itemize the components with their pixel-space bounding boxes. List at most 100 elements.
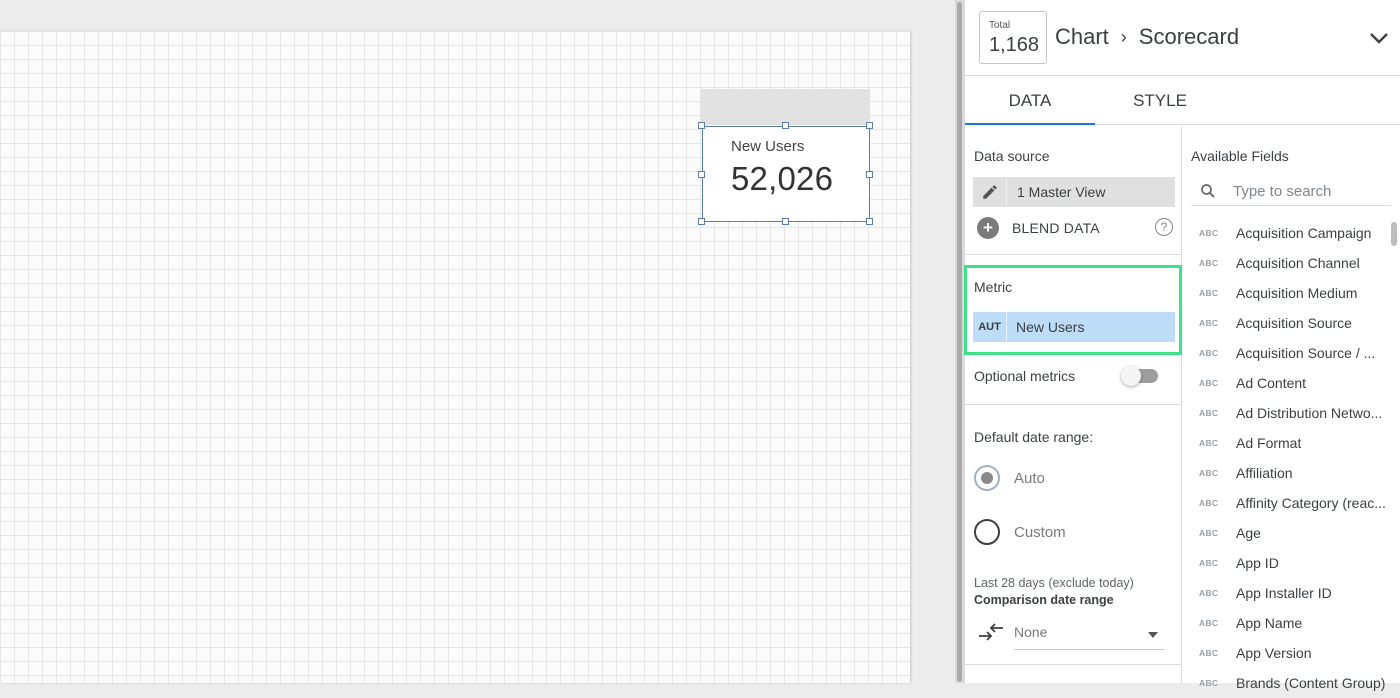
panel-tabs: DATA STYLE	[965, 77, 1400, 125]
resize-handle-middle-left[interactable]	[698, 171, 705, 178]
field-name: App ID	[1236, 555, 1279, 571]
field-list-item[interactable]: ABC Brands (Content Group)	[1183, 668, 1389, 698]
field-list-item[interactable]: ABC Acquisition Campaign	[1183, 218, 1389, 248]
field-type-badge: ABC	[1199, 258, 1219, 268]
field-search	[1191, 176, 1391, 206]
blend-data-button[interactable]: + BLEND DATA ?	[977, 216, 1177, 240]
metric-label: Metric	[974, 279, 1013, 295]
available-fields-list: ABC Acquisition Campaign ABC Acquisition Ch…	[1183, 218, 1389, 698]
field-type-badge: ABC	[1199, 588, 1219, 598]
field-type-badge: ABC	[1199, 438, 1219, 448]
field-type-badge: ABC	[1199, 618, 1219, 628]
data-source-label: Data source	[974, 148, 1050, 164]
field-type-badge: ABC	[1199, 468, 1219, 478]
tab-data[interactable]: DATA	[965, 77, 1095, 125]
help-icon[interactable]: ?	[1155, 218, 1173, 236]
field-type-badge: ABC	[1199, 558, 1219, 568]
field-name: App Version	[1236, 645, 1312, 661]
field-name: Ad Format	[1236, 435, 1302, 451]
section-divider	[965, 664, 1182, 665]
field-name: Acquisition Source / ...	[1236, 345, 1376, 361]
field-list-item[interactable]: ABC Acquisition Source	[1183, 308, 1389, 338]
breadcrumb-scorecard: Scorecard	[1138, 24, 1240, 49]
scorecard-metric-label: New Users	[731, 138, 805, 155]
canvas-scrollbar-thumb[interactable]	[957, 2, 962, 682]
field-list-item[interactable]: ABC Affiliation	[1183, 458, 1389, 488]
metric-field-name: New Users	[1016, 319, 1085, 335]
field-list-item[interactable]: ABC App ID	[1183, 548, 1389, 578]
data-source-selector[interactable]: 1 Master View	[973, 177, 1175, 207]
resize-handle-top-left[interactable]	[698, 122, 705, 129]
field-name: App Installer ID	[1236, 585, 1332, 601]
field-type-badge: ABC	[1199, 318, 1219, 328]
field-list-item[interactable]: ABC Acquisition Channel	[1183, 248, 1389, 278]
field-name: Brands (Content Group)	[1236, 675, 1386, 691]
resize-handle-middle-right[interactable]	[866, 171, 873, 178]
scorecard-chart[interactable]: New Users 52,026	[702, 126, 870, 222]
field-list-item[interactable]: ABC Acquisition Source / ...	[1183, 338, 1389, 368]
field-name: Ad Distribution Netwo...	[1236, 405, 1383, 421]
field-search-input[interactable]	[1233, 179, 1383, 203]
scorecard-drag-header[interactable]	[700, 89, 870, 125]
field-name: Acquisition Campaign	[1236, 225, 1372, 241]
field-type-badge: ABC	[1199, 288, 1219, 298]
field-type-badge: ABC	[1199, 678, 1219, 688]
field-list-item[interactable]: ABC App Name	[1183, 608, 1389, 638]
compare-arrows-icon	[979, 623, 1003, 641]
available-fields-title: Available Fields	[1191, 148, 1289, 164]
date-range-note: Last 28 days (exclude today)	[974, 576, 1134, 590]
chevron-down-icon[interactable]	[1367, 26, 1391, 50]
optional-metrics-label: Optional metrics	[974, 368, 1076, 384]
comparison-selected-value: None	[1014, 624, 1048, 640]
field-name: Age	[1236, 525, 1261, 541]
blend-data-label: BLEND DATA	[1012, 220, 1100, 236]
field-name: App Name	[1236, 615, 1303, 631]
field-type-badge: ABC	[1199, 228, 1219, 238]
field-list-item[interactable]: ABC App Installer ID	[1183, 578, 1389, 608]
breadcrumb-separator-icon: ›	[1120, 26, 1127, 47]
field-list-item[interactable]: ABC Ad Format	[1183, 428, 1389, 458]
field-type-badge: ABC	[1199, 498, 1219, 508]
canvas-top-strip	[0, 0, 955, 31]
chart-type-thumbnail[interactable]: Total 1,168	[979, 11, 1047, 64]
fields-scrollbar-thumb[interactable]	[1391, 222, 1397, 246]
tab-style[interactable]: STYLE	[1095, 77, 1225, 125]
metric-field-chip[interactable]: AUT New Users	[973, 312, 1175, 342]
resize-handle-top-center[interactable]	[782, 122, 789, 129]
section-divider	[965, 254, 1182, 255]
active-tab-indicator	[965, 123, 1095, 125]
resize-handle-top-right[interactable]	[866, 122, 873, 129]
toggle-knob	[1121, 366, 1141, 386]
thumbnail-total-value: 1,168	[989, 34, 1040, 56]
field-name: Affiliation	[1236, 465, 1293, 481]
comparison-date-range-select[interactable]: None	[1014, 620, 1164, 650]
field-name: Acquisition Channel	[1236, 255, 1360, 271]
field-name: Acquisition Medium	[1236, 285, 1358, 301]
resize-handle-bottom-right[interactable]	[866, 218, 873, 225]
default-date-range-label: Default date range:	[974, 429, 1094, 445]
field-type-badge: ABC	[1199, 408, 1219, 418]
metric-type-badge[interactable]: AUT	[973, 312, 1007, 342]
pencil-icon[interactable]	[973, 177, 1007, 207]
field-name: Ad Content	[1236, 375, 1307, 391]
radio-custom-label[interactable]: Custom	[1014, 524, 1066, 541]
properties-panel: Total 1,168 Chart › Scorecard DATA STYLE…	[964, 0, 1400, 691]
field-type-badge: ABC	[1199, 378, 1219, 388]
search-icon	[1201, 184, 1215, 198]
add-circle-icon: +	[977, 217, 999, 239]
panel-header: Total 1,168 Chart › Scorecard	[965, 0, 1400, 76]
radio-auto[interactable]	[974, 465, 1000, 491]
field-list-item[interactable]: ABC App Version	[1183, 638, 1389, 668]
field-type-badge: ABC	[1199, 528, 1219, 538]
field-list-item[interactable]: ABC Age	[1183, 518, 1389, 548]
radio-auto-label[interactable]: Auto	[1014, 470, 1045, 487]
resize-handle-bottom-center[interactable]	[782, 218, 789, 225]
optional-metrics-toggle[interactable]	[1121, 366, 1158, 386]
field-list-item[interactable]: ABC Affinity Category (reac...	[1183, 488, 1389, 518]
field-list-item[interactable]: ABC Ad Content	[1183, 368, 1389, 398]
radio-custom[interactable]	[974, 519, 1000, 545]
field-list-item[interactable]: ABC Ad Distribution Netwo...	[1183, 398, 1389, 428]
field-name: Affinity Category (reac...	[1236, 495, 1386, 511]
resize-handle-bottom-left[interactable]	[698, 218, 705, 225]
field-list-item[interactable]: ABC Acquisition Medium	[1183, 278, 1389, 308]
